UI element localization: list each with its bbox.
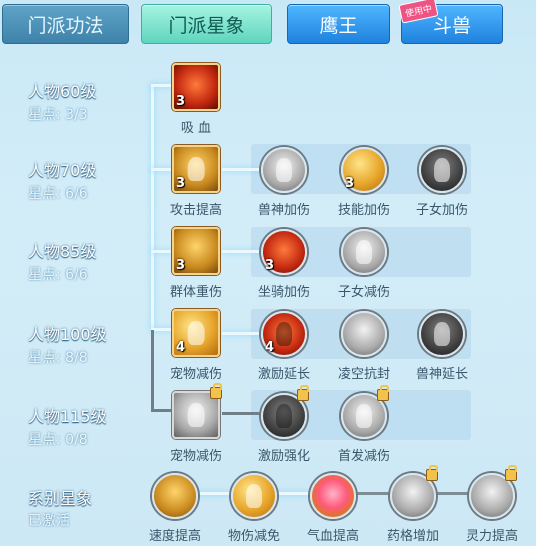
star-points: 星点: 3/3 [28,107,88,123]
tree-connector-locked [151,330,154,410]
series-phys-reduce[interactable]: 物伤减免 [226,473,282,544]
star-node-group-wound[interactable]: 3 群体重伤 [168,227,224,300]
level-title: 人物100级 [28,325,107,344]
series-medicine-slot[interactable]: 药格增加 [385,465,441,544]
star-node-inspire-extend[interactable]: 4 激励延长 [256,311,312,382]
series-magic[interactable]: 灵力提高 [464,465,520,544]
tab-sect-skills[interactable]: 门派功法 [2,4,129,44]
node-label: 兽神加伤 [257,203,310,218]
node-label: 气血提高 [306,529,359,544]
star-node-aerial-resist[interactable]: 凌空抗封 [336,311,392,382]
star-node-beastgod-dmg[interactable]: 兽神加伤 [256,147,312,218]
node-label: 激励延长 [257,367,310,382]
star-node-mount-dmg[interactable]: 3 坐骑加伤 [256,229,312,300]
lock-icon [297,385,309,401]
figure-icon [341,385,389,439]
series-hp[interactable]: 气血提高 [305,473,361,544]
star-points: 星点: 8/8 [28,350,88,366]
blades-icon [341,311,387,357]
child-figure-icon [419,147,465,193]
tree-connector [151,84,154,330]
star-node-child-reduce[interactable]: 子女减伤 [336,229,392,300]
tab-label: 斗兽 [432,14,471,37]
star-node-pet-reduce-locked[interactable]: 宠物减伤 [168,383,224,464]
medicine-bag-icon [390,465,438,519]
node-label: 子女减伤 [337,285,390,300]
sparkle-icon [469,465,517,519]
node-count: 3 [176,94,186,109]
eagle-icon: 3 [172,227,220,275]
level-title: 人物60级 [28,82,97,101]
node-label: 凌空抗封 [337,367,390,382]
beast-god-icon [419,311,465,357]
figure-icon [172,383,222,439]
lock-icon [210,383,222,399]
level-title: 人物70级 [28,161,97,180]
demon-icon [261,385,309,439]
tab-label: 门派星象 [168,14,245,37]
star-node-skill-dmg[interactable]: 3 技能加伤 [336,147,392,218]
star-node-beastgod-extend[interactable]: 兽神延长 [414,311,470,382]
node-count: 3 [176,258,186,273]
child-figure-icon [341,229,387,275]
star-node-pet-reduce[interactable]: 4 宠物减伤 [168,309,224,382]
star-node-child-dmg[interactable]: 子女加伤 [414,147,470,218]
node-label: 技能加伤 [337,203,390,218]
node-label: 群体重伤 [169,285,222,300]
node-count: 3 [265,258,275,273]
node-label: 灵力提高 [465,529,518,544]
lock-icon [426,465,438,481]
star-points: 星点: 6/6 [28,186,88,202]
lock-icon [505,465,517,481]
swirl-icon [152,473,198,519]
tab-label: 门派功法 [27,14,104,37]
level-title-locked: 人物115级 [28,403,120,427]
level-title-text: 人物115级 [28,407,107,426]
node-count: 3 [345,176,355,191]
node-label: 攻击提高 [169,203,222,218]
tab-bar: 门派功法 门派星象 鹰王 使用中 斗兽 [0,0,536,54]
node-label: 宠物减伤 [169,367,222,382]
node-count: 4 [265,340,275,355]
node-label: 兽神延长 [415,367,468,382]
node-label: 激励强化 [257,449,310,464]
beast-god-icon [261,147,307,193]
mount-beast-icon: 3 [261,229,307,275]
node-label: 子女加伤 [415,203,468,218]
lifesteal-icon: 3 [172,63,220,111]
node-label: 药格增加 [386,529,439,544]
star-node-first-reduce-locked[interactable]: 首发减伤 [336,385,392,464]
star-node-lifesteal[interactable]: 3 吸 血 [168,63,224,136]
node-label: 宠物减伤 [169,449,222,464]
lock-icon [109,408,120,423]
node-count: 4 [176,340,186,355]
node-count: 3 [176,176,186,191]
heart-icon [310,473,356,519]
series-status: 已激活 [28,513,70,529]
glowing-figure-icon: 4 [172,309,220,357]
tab-label: 鹰王 [319,14,358,37]
star-node-inspire-strengthen-locked[interactable]: 激励强化 [256,385,312,464]
series-speed[interactable]: 速度提高 [147,473,203,544]
star-node-attack[interactable]: 3 攻击提高 [168,145,224,218]
glowing-figure-icon [231,473,277,519]
tab-beast[interactable]: 使用中 斗兽 [398,0,503,44]
level-title: 人物85级 [28,242,97,261]
star-points: 星点: 0/8 [28,432,88,448]
muscle-arm-icon: 3 [172,145,220,193]
node-label: 坐骑加伤 [257,285,310,300]
star-points: 星点: 6/6 [28,267,88,283]
lock-icon [377,385,389,401]
tab-sect-stars[interactable]: 门派星象 [141,4,272,44]
tab-eagle-king[interactable]: 鹰王 [287,4,390,44]
node-label: 速度提高 [148,529,201,544]
series-title: 系别星象 [28,489,93,508]
demon-icon: 4 [261,311,307,357]
node-label: 首发减伤 [337,449,390,464]
eagle-icon: 3 [341,147,387,193]
node-label: 吸 血 [180,121,212,136]
node-label: 物伤减免 [227,529,280,544]
